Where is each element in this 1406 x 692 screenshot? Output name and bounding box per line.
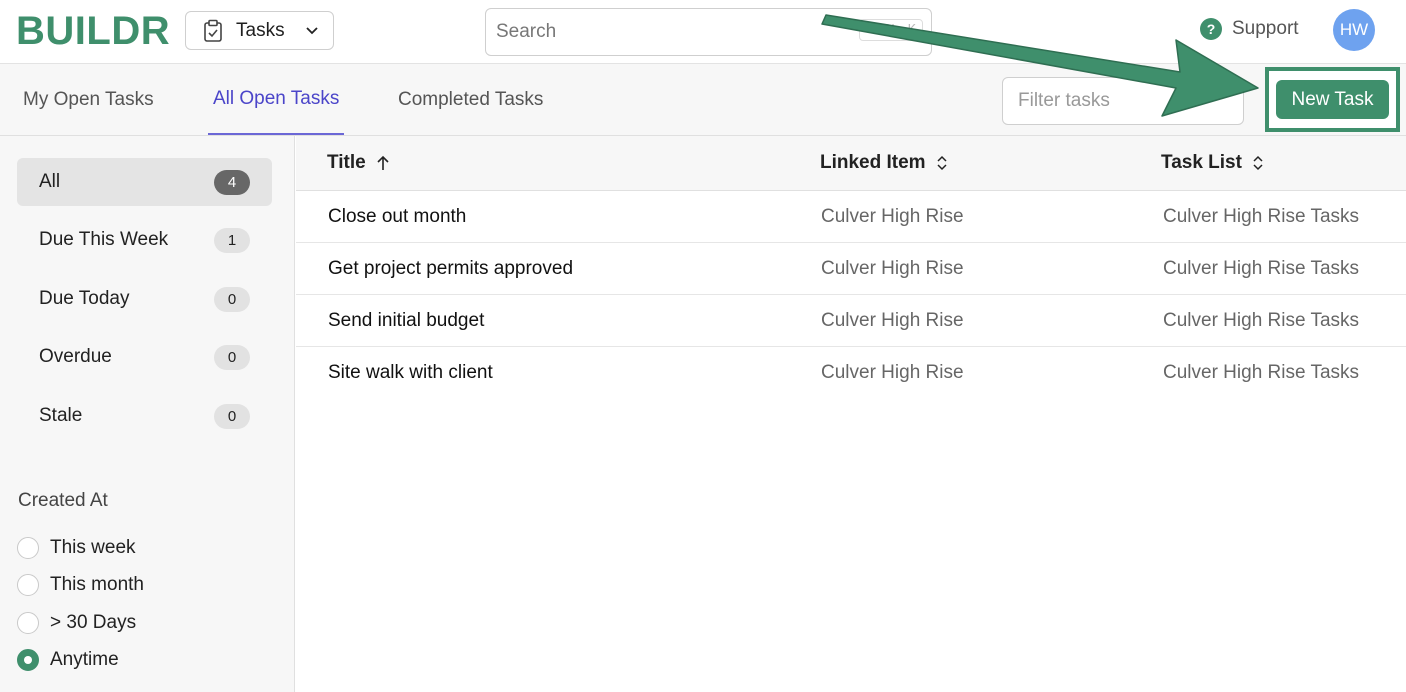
help-icon: ? [1200, 18, 1222, 40]
tasks-table: Title Linked Item Task List Close out mo… [296, 136, 1406, 399]
task-title[interactable]: Close out month [328, 191, 466, 242]
support-link[interactable]: ? Support [1200, 18, 1299, 40]
sidebar-item-label: Due Today [39, 288, 130, 309]
table-row[interactable]: Site walk with client Culver High Rise C… [296, 347, 1406, 399]
table-row[interactable]: Get project permits approved Culver High… [296, 243, 1406, 295]
sidebar: All 4 Due This Week 1 Due Today 0 Overdu… [0, 136, 295, 692]
module-selector[interactable]: Tasks [185, 11, 334, 50]
table-header: Title Linked Item Task List [296, 136, 1406, 191]
task-linked-item: Culver High Rise [821, 309, 964, 331]
radio-over-30-days[interactable]: > 30 Days [17, 612, 136, 634]
task-title[interactable]: Get project permits approved [328, 243, 573, 294]
sidebar-item-label: Overdue [39, 346, 112, 367]
module-label: Tasks [236, 19, 285, 41]
user-avatar[interactable]: HW [1333, 9, 1375, 51]
table-row[interactable]: Send initial budget Culver High Rise Cul… [296, 295, 1406, 347]
task-list-name: Culver High Rise Tasks [1163, 309, 1360, 331]
task-title[interactable]: Send initial budget [328, 295, 484, 346]
column-label: Task List [1161, 152, 1242, 173]
clipboard-icon [204, 19, 222, 42]
tab-completed-tasks[interactable]: Completed Tasks [393, 64, 548, 135]
radio-button[interactable] [17, 537, 39, 559]
radio-button[interactable] [17, 574, 39, 596]
tabs-bar: My Open Tasks All Open Tasks Completed T… [0, 64, 1406, 136]
radio-anytime[interactable]: Anytime [17, 649, 119, 671]
radio-button-selected[interactable] [17, 649, 39, 671]
chevron-down-icon [305, 26, 318, 34]
new-task-button[interactable]: New Task [1276, 80, 1389, 119]
task-list-name: Culver High Rise Tasks [1163, 205, 1360, 227]
count-badge: 1 [214, 227, 250, 253]
task-list-name: Culver High Rise Tasks [1163, 257, 1360, 279]
count-badge: 4 [214, 169, 250, 195]
created-at-title: Created At [18, 490, 108, 511]
task-linked-item: Culver High Rise [821, 205, 964, 227]
sidebar-item-label: All [39, 171, 61, 192]
sidebar-item-label: Due This Week [39, 229, 169, 250]
tab-all-open-tasks[interactable]: All Open Tasks [208, 64, 345, 135]
task-list-name: Culver High Rise Tasks [1163, 361, 1360, 383]
sidebar-item-stale[interactable]: Stale 0 [17, 392, 272, 440]
sidebar-item-due-this-week[interactable]: Due This Week 1 [17, 216, 272, 264]
radio-label: Anytime [50, 649, 119, 670]
sidebar-item-due-today[interactable]: Due Today 0 [17, 275, 272, 323]
sidebar-item-label: Stale [39, 405, 83, 426]
count-badge: 0 [214, 344, 250, 370]
count-badge: 0 [214, 286, 250, 312]
column-header-title[interactable]: Title [327, 136, 390, 190]
filter-tasks-input[interactable]: Filter tasks [1002, 77, 1244, 125]
sort-toggle-icon [1253, 155, 1263, 171]
column-label: Linked Item [820, 152, 926, 173]
radio-this-week[interactable]: This week [17, 537, 136, 559]
app-logo[interactable]: BUILDR [16, 9, 170, 54]
column-header-linked-item[interactable]: Linked Item [820, 136, 948, 190]
table-row[interactable]: Close out month Culver High Rise Culver … [296, 191, 1406, 243]
task-linked-item: Culver High Rise [821, 361, 964, 383]
tab-my-open-tasks[interactable]: My Open Tasks [18, 64, 159, 135]
support-label: Support [1232, 18, 1299, 39]
filter-placeholder: Filter tasks [1018, 90, 1110, 111]
task-title[interactable]: Site walk with client [328, 347, 493, 398]
global-search-input[interactable]: Search CTRL K [485, 8, 932, 56]
task-linked-item: Culver High Rise [821, 257, 964, 279]
radio-label: This month [50, 574, 144, 595]
sort-toggle-icon [937, 155, 947, 171]
top-bar: BUILDR Tasks Search CTRL K ? Support HW [0, 0, 1406, 64]
sidebar-item-overdue[interactable]: Overdue 0 [17, 333, 272, 381]
radio-label: This week [50, 537, 136, 558]
search-placeholder: Search [496, 21, 557, 42]
sidebar-item-all[interactable]: All 4 [17, 158, 272, 206]
count-badge: 0 [214, 403, 250, 429]
search-shortcut-hint: CTRL K [858, 19, 923, 41]
radio-label: > 30 Days [50, 612, 137, 633]
radio-button[interactable] [17, 612, 39, 634]
sort-ascending-icon [377, 155, 389, 170]
radio-this-month[interactable]: This month [17, 574, 144, 596]
column-label: Title [327, 152, 366, 173]
column-header-task-list[interactable]: Task List [1161, 136, 1264, 190]
